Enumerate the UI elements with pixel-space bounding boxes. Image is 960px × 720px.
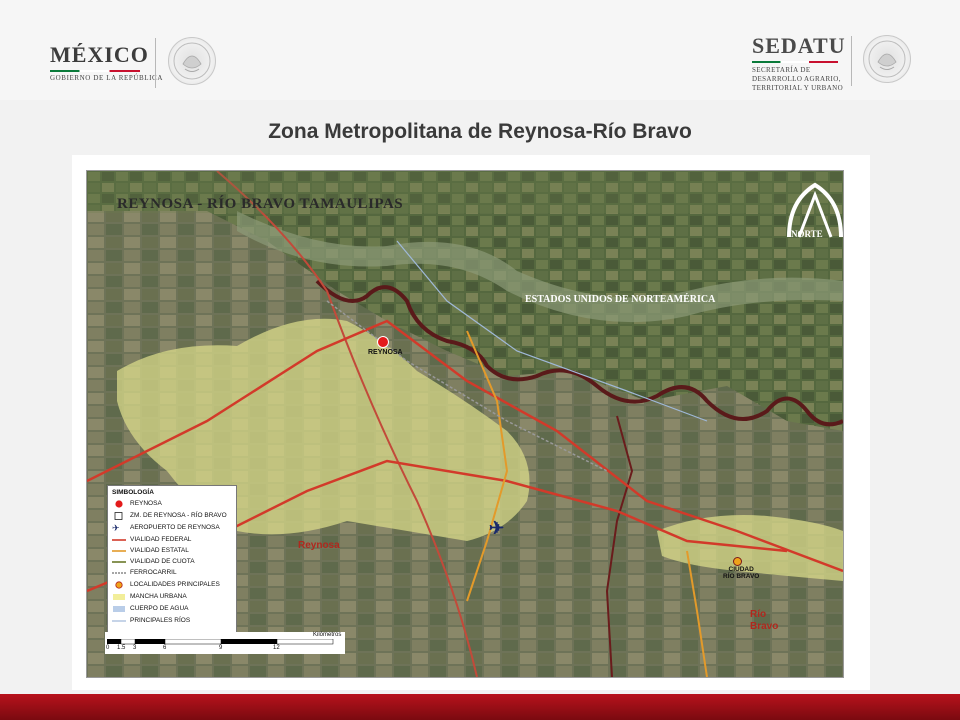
legend-item: PRINCIPALES RÍOS bbox=[112, 616, 236, 626]
scale-tick: 1.5 bbox=[117, 645, 126, 651]
ciudad-label-line2: RÍO BRAVO bbox=[723, 573, 760, 580]
scale-tick: 6 bbox=[163, 645, 167, 651]
sedatu-line-1: SECRETARÍA DE bbox=[752, 66, 811, 74]
reynosa-area-label: Reynosa bbox=[298, 540, 340, 551]
header: MÉXICO GOBIERNO DE LA REPÚBLICA SEDATU S… bbox=[0, 0, 960, 100]
scale-bar: Kilómetros 0 1.5 3 6 9 12 bbox=[105, 632, 345, 654]
scale-tick: 9 bbox=[219, 645, 223, 651]
legend-item: VIALIDAD FEDERAL bbox=[112, 535, 236, 545]
rio-bravo-area-label: Río Bravo bbox=[750, 609, 778, 633]
blue-fill-icon bbox=[113, 606, 125, 612]
outline-square-icon bbox=[114, 512, 123, 520]
sedatu-line-3: TERRITORIAL Y URBANO bbox=[752, 84, 844, 92]
mexico-logo-name: MÉXICO bbox=[50, 42, 149, 67]
ciudad-rio-bravo-marker-icon bbox=[733, 557, 742, 566]
eagle-seal-icon bbox=[863, 35, 911, 83]
legend-item: VIALIDAD ESTATAL bbox=[112, 546, 236, 556]
airplane-icon: ✈ bbox=[112, 523, 120, 533]
map-legend: SIMBOLOGÍA REYNOSA ZM. DE REYNOSA - RÍO … bbox=[107, 485, 237, 635]
flag-bar bbox=[50, 70, 140, 72]
red-circle-icon bbox=[115, 500, 123, 508]
railway-line-icon bbox=[112, 572, 126, 574]
reynosa-point-label: REYNOSA bbox=[368, 349, 403, 356]
divider bbox=[851, 36, 852, 86]
legend-item: VIALIDAD DE CUOTA bbox=[112, 557, 236, 567]
legend-item: REYNOSA bbox=[112, 499, 236, 509]
eagle-seal-icon bbox=[168, 37, 216, 85]
legend-item: MANCHA URBANA bbox=[112, 592, 236, 602]
ciudad-rio-bravo-label: CIUDAD RÍO BRAVO bbox=[723, 566, 759, 580]
scale-tick: 3 bbox=[133, 645, 137, 651]
ciudad-label-line1: CIUDAD bbox=[728, 566, 754, 573]
scale-tick: 12 bbox=[273, 645, 280, 651]
orange-circle-icon bbox=[115, 581, 123, 589]
legend-item: CUERPO DE AGUA bbox=[112, 604, 236, 614]
reynosa-city-marker-icon bbox=[377, 336, 389, 348]
legend-title: SIMBOLOGÍA bbox=[112, 489, 154, 496]
scale-unit: Kilómetros bbox=[313, 632, 342, 638]
yellow-fill-icon bbox=[113, 594, 125, 600]
mexico-logo-subtitle: GOBIERNO DE LA REPÚBLICA bbox=[50, 74, 163, 82]
scale-bar-graphic bbox=[107, 639, 334, 645]
olive-line-icon bbox=[112, 561, 126, 563]
sedatu-logo-name: SEDATU bbox=[752, 33, 846, 58]
map-banner-title: REYNOSA - RÍO BRAVO TAMAULIPAS bbox=[117, 196, 404, 212]
sedatu-logo: SEDATU SECRETARÍA DE DESARROLLO AGRARIO,… bbox=[752, 33, 846, 93]
legend-item: ✈ AEROPUERTO DE REYNOSA bbox=[112, 523, 220, 533]
red-line-icon bbox=[112, 539, 126, 541]
airport-icon: ✈ bbox=[489, 518, 505, 538]
footer-band bbox=[0, 694, 960, 720]
rio-bravo-line1: Río bbox=[750, 609, 767, 620]
legend-item: ZM. DE REYNOSA - RÍO BRAVO bbox=[112, 511, 236, 521]
orange-line-icon bbox=[112, 550, 126, 552]
rio-bravo-line2: Bravo bbox=[750, 621, 779, 632]
mexico-logo: MÉXICO GOBIERNO DE LA REPÚBLICA bbox=[50, 42, 163, 82]
legend-item: LOCALIDADES PRINCIPALES bbox=[112, 580, 236, 590]
legend-item: FERROCARRIL bbox=[112, 568, 236, 578]
blue-line-icon bbox=[112, 620, 126, 622]
usa-label: ESTADOS UNIDOS DE NORTEAMÉRICA bbox=[525, 294, 716, 305]
flag-bar bbox=[752, 61, 838, 63]
divider bbox=[155, 38, 156, 88]
north-label: NORTE bbox=[791, 229, 823, 239]
scale-tick: 0 bbox=[106, 645, 110, 651]
page-title: Zona Metropolitana de Reynosa-Río Bravo bbox=[268, 120, 692, 143]
sedatu-line-2: DESARROLLO AGRARIO, bbox=[752, 75, 841, 83]
